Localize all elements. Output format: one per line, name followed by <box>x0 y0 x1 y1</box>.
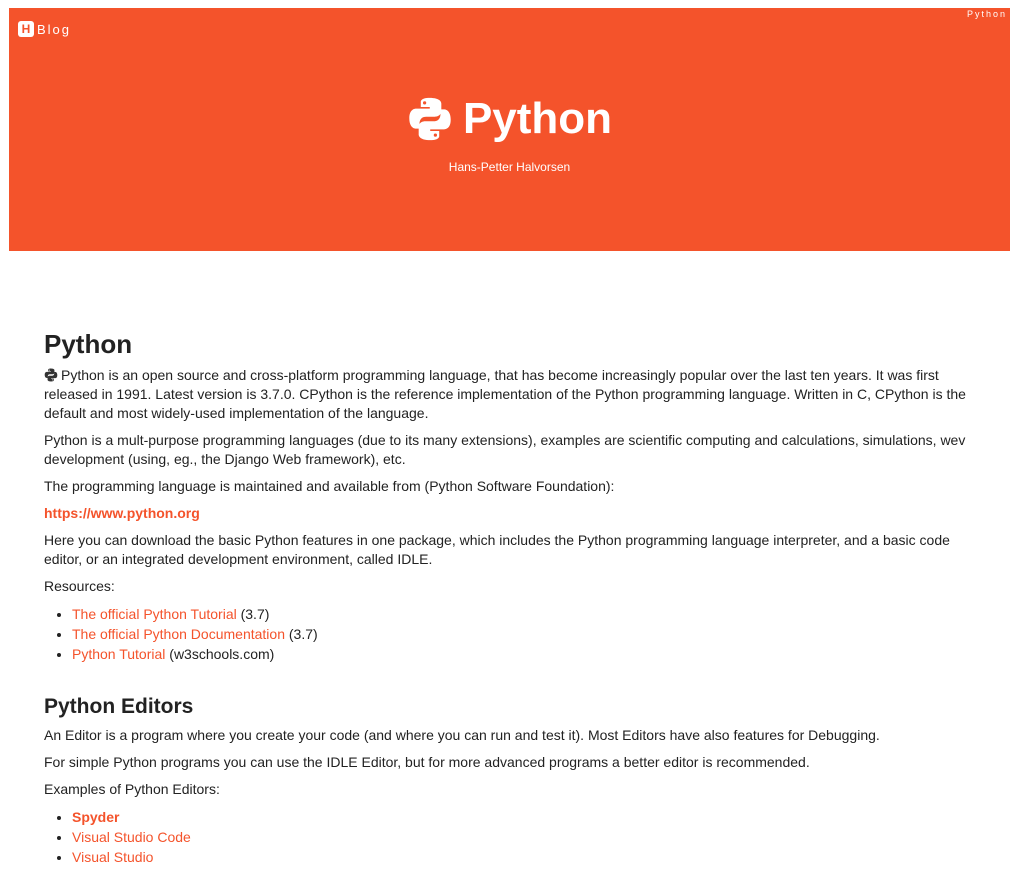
resource-note: (3.7) <box>284 626 318 642</box>
resource-note: (3.7) <box>236 606 270 622</box>
section-heading-python-editors: Python Editors <box>44 695 194 718</box>
editors-paragraph-2: For simple Python programs you can use t… <box>44 754 810 770</box>
intro-paragraph-1: Python is an open source and cross-platf… <box>44 366 979 423</box>
python-org-link-paragraph: https://www.python.org <box>44 504 979 523</box>
intro-paragraph-2: Python is a mult-purpose programming lan… <box>44 432 966 467</box>
brand-text: Blog <box>37 21 72 37</box>
list-item: The official Python Documentation (3.7) <box>72 624 979 644</box>
hero-title: Python <box>9 94 1010 144</box>
python-logo-icon <box>409 97 451 141</box>
list-item: Visual Studio Code <box>72 827 979 847</box>
intro-paragraph-1-text: Python is an open source and cross-platf… <box>44 367 966 421</box>
resource-link-w3schools-tutorial[interactable]: Python Tutorial <box>72 646 165 662</box>
editors-examples-label: Examples of Python Editors: <box>44 781 220 797</box>
list-item: Visual Studio <box>72 847 979 867</box>
editors-paragraph-1: An Editor is a program where you create … <box>44 727 880 743</box>
editor-link-spyder[interactable]: Spyder <box>72 809 119 825</box>
page-title: Python <box>462 94 613 143</box>
resource-link-python-documentation[interactable]: The official Python Documentation <box>72 626 285 642</box>
hero-header: H Blog Python Python Hans-Petter Halvors… <box>9 8 1010 251</box>
list-item: The official Python Tutorial (3.7) <box>72 604 979 624</box>
intro-paragraph-4: Here you can download the basic Python f… <box>44 532 950 567</box>
intro-paragraph-3: The programming language is maintained a… <box>44 478 615 494</box>
editor-link-visual-studio-code[interactable]: Visual Studio Code <box>72 829 191 845</box>
page: H Blog Python Python Hans-Petter Halvors… <box>0 0 1010 895</box>
nav-link-python[interactable]: Python <box>967 9 1007 19</box>
python-org-link[interactable]: https://www.python.org <box>44 505 200 521</box>
list-item: Python Tutorial (w3schools.com) <box>72 644 979 664</box>
list-item: Spyder <box>72 807 979 827</box>
editor-link-visual-studio[interactable]: Visual Studio <box>72 849 153 865</box>
brand-home-link[interactable]: H Blog <box>18 21 71 37</box>
section-heading-python: Python <box>44 329 133 359</box>
brand-logo-icon: H <box>18 21 34 37</box>
python-inline-icon <box>44 368 58 382</box>
resources-label: Resources: <box>44 578 115 594</box>
author-name: Hans-Petter Halvorsen <box>448 160 571 174</box>
resources-list: The official Python Tutorial (3.7) The o… <box>44 604 979 664</box>
resource-link-python-tutorial[interactable]: The official Python Tutorial <box>72 606 237 622</box>
resource-note: (w3schools.com) <box>165 646 275 662</box>
main-content: Python Python is an open source and cros… <box>44 328 979 875</box>
editors-list: Spyder Visual Studio Code Visual Studio <box>44 807 979 867</box>
